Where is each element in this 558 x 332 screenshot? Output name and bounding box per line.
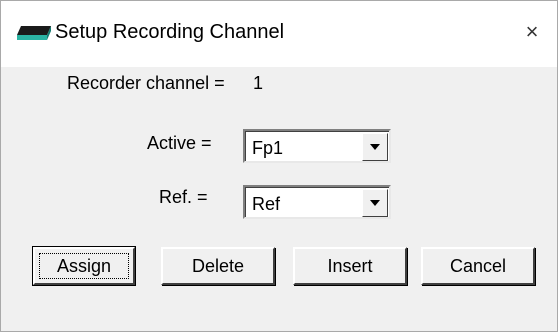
recorder-channel-value: 1 — [253, 73, 264, 93]
close-button[interactable]: × — [515, 15, 549, 49]
assign-button[interactable]: Assign — [33, 247, 135, 285]
delete-button-label: Delete — [191, 255, 245, 276]
focus-ring — [39, 253, 129, 279]
cancel-button-label: Cancel — [449, 255, 507, 276]
recorder-channel-label: Recorder channel = — [67, 73, 225, 93]
insert-button[interactable]: Insert — [293, 247, 407, 285]
dialog-title: Setup Recording Channel — [55, 21, 285, 43]
delete-button[interactable]: Delete — [161, 247, 275, 285]
dialog-window: Setup Recording Channel × Recorder chann… — [0, 0, 558, 332]
active-dropdown-button[interactable] — [362, 133, 388, 161]
chevron-down-icon — [370, 144, 380, 150]
ref-select-value: Ref — [252, 194, 281, 214]
insert-button-label: Insert — [327, 255, 373, 276]
chevron-down-icon — [370, 200, 380, 206]
recorder-device-icon — [15, 23, 53, 43]
ref-dropdown-button[interactable] — [362, 189, 388, 217]
close-icon: × — [525, 19, 539, 44]
cancel-button[interactable]: Cancel — [421, 247, 535, 285]
reference-select[interactable]: Ref — [243, 185, 391, 219]
active-label: Active = — [147, 133, 212, 153]
active-select-value: Fp1 — [252, 138, 284, 158]
title-bar: Setup Recording Channel × — [1, 1, 557, 67]
ref-label: Ref. = — [159, 187, 208, 207]
active-channel-select[interactable]: Fp1 — [243, 129, 391, 163]
